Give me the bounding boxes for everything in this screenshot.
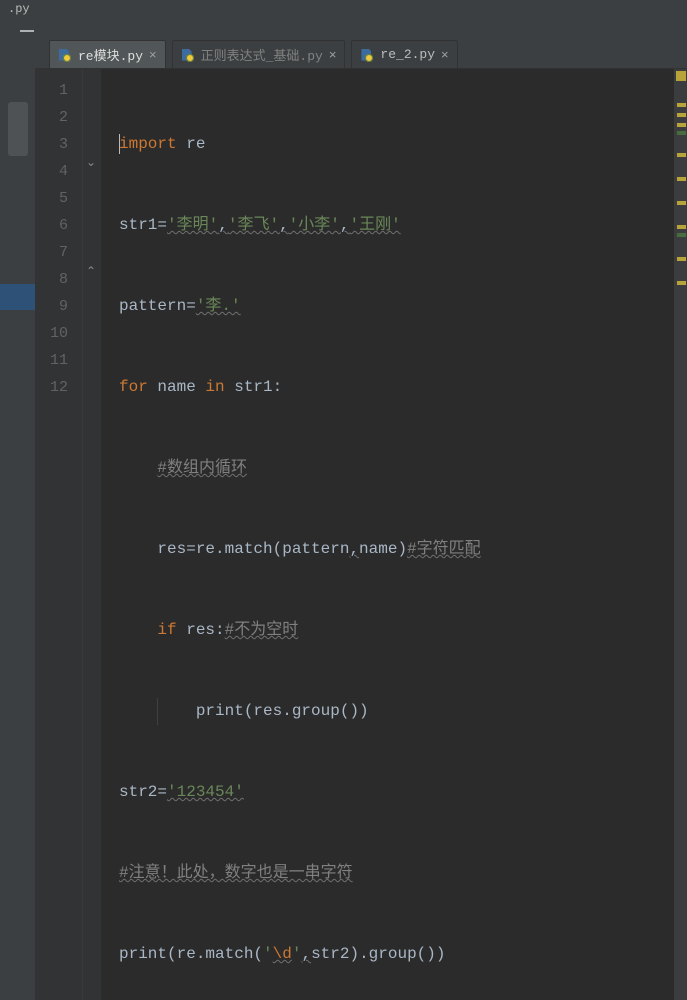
line-number: 8 — [35, 266, 82, 293]
inspection-indicator-icon[interactable] — [676, 71, 686, 81]
fold-expand-icon[interactable]: ⌄ — [85, 156, 97, 168]
code-line: print(res.group()) — [119, 698, 674, 725]
editor-pane: re模块.py × 正则表达式_基础.py × re_2.py × 1 2 3 … — [35, 40, 687, 500]
close-icon[interactable]: × — [441, 47, 449, 62]
window-title-text: .py — [8, 2, 30, 16]
line-number: 2 — [35, 104, 82, 131]
toolbar — [0, 22, 687, 40]
editor-content[interactable]: import re str1='李明','李飞','小李','王刚' patte… — [101, 69, 674, 1000]
code-line: if res:#不为空时 — [119, 617, 674, 644]
tab-re-2[interactable]: re_2.py × — [351, 40, 457, 68]
hint-marker[interactable] — [677, 233, 686, 237]
minimize-icon[interactable] — [20, 30, 34, 32]
line-number: 4 — [35, 158, 82, 185]
code-line: #注意！此处，数字也是一串字符 — [119, 860, 674, 887]
warning-marker[interactable] — [677, 123, 686, 127]
main-area: re模块.py × 正则表达式_基础.py × re_2.py × 1 2 3 … — [0, 40, 687, 500]
editor-scrollbar[interactable] — [674, 69, 687, 1000]
line-number: 1 — [35, 77, 82, 104]
python-file-icon — [181, 48, 195, 62]
code-line: str1='李明','李飞','小李','王刚' — [119, 212, 674, 239]
warning-marker[interactable] — [677, 103, 686, 107]
fold-gutter[interactable]: ⌄ ⌃ — [83, 69, 101, 1000]
line-number: 12 — [35, 374, 82, 401]
tab-label: re模块.py — [78, 45, 143, 64]
close-icon[interactable]: × — [149, 47, 157, 62]
code-line: pattern='李.' — [119, 293, 674, 320]
tab-regex-basics[interactable]: 正则表达式_基础.py × — [172, 40, 346, 68]
python-file-icon — [360, 48, 374, 62]
toolwindow-button[interactable] — [8, 102, 28, 156]
warning-marker[interactable] — [677, 113, 686, 117]
code-line: print(re.match('\d',str2).group()) — [119, 941, 674, 968]
tab-re-module[interactable]: re模块.py × — [49, 40, 166, 68]
close-icon[interactable]: × — [329, 47, 337, 62]
line-number: 9 — [35, 293, 82, 320]
warning-marker[interactable] — [677, 177, 686, 181]
code-line: for name in str1: — [119, 374, 674, 401]
code-line: res=re.match(pattern,name)#字符匹配 — [119, 536, 674, 563]
code-line: import re — [119, 131, 674, 158]
tab-label: 正则表达式_基础.py — [201, 45, 323, 64]
gutter-line-numbers[interactable]: 1 2 3 4 5 6 7 8 9 10 11 12 — [35, 69, 83, 1000]
toolwindow-selection — [0, 284, 35, 310]
hint-marker[interactable] — [677, 131, 686, 135]
code-line: #数组内循环 — [119, 455, 674, 482]
window-title: .py — [0, 0, 687, 22]
line-number: 10 — [35, 320, 82, 347]
line-number: 6 — [35, 212, 82, 239]
warning-marker[interactable] — [677, 153, 686, 157]
project-tool-strip[interactable] — [0, 40, 35, 500]
python-file-icon — [58, 48, 72, 62]
code-line: str2='123454' — [119, 779, 674, 806]
line-number: 5 — [35, 185, 82, 212]
line-number: 11 — [35, 347, 82, 374]
warning-marker[interactable] — [677, 281, 686, 285]
code-area: 1 2 3 4 5 6 7 8 9 10 11 12 ⌄ ⌃ import re… — [35, 69, 687, 1000]
warning-marker[interactable] — [677, 201, 686, 205]
tab-bar: re模块.py × 正则表达式_基础.py × re_2.py × — [35, 40, 687, 69]
warning-marker[interactable] — [677, 225, 686, 229]
line-number: 7 — [35, 239, 82, 266]
line-number: 3 — [35, 131, 82, 158]
fold-collapse-icon[interactable]: ⌃ — [85, 265, 97, 277]
tab-label: re_2.py — [380, 47, 435, 62]
warning-marker[interactable] — [677, 257, 686, 261]
